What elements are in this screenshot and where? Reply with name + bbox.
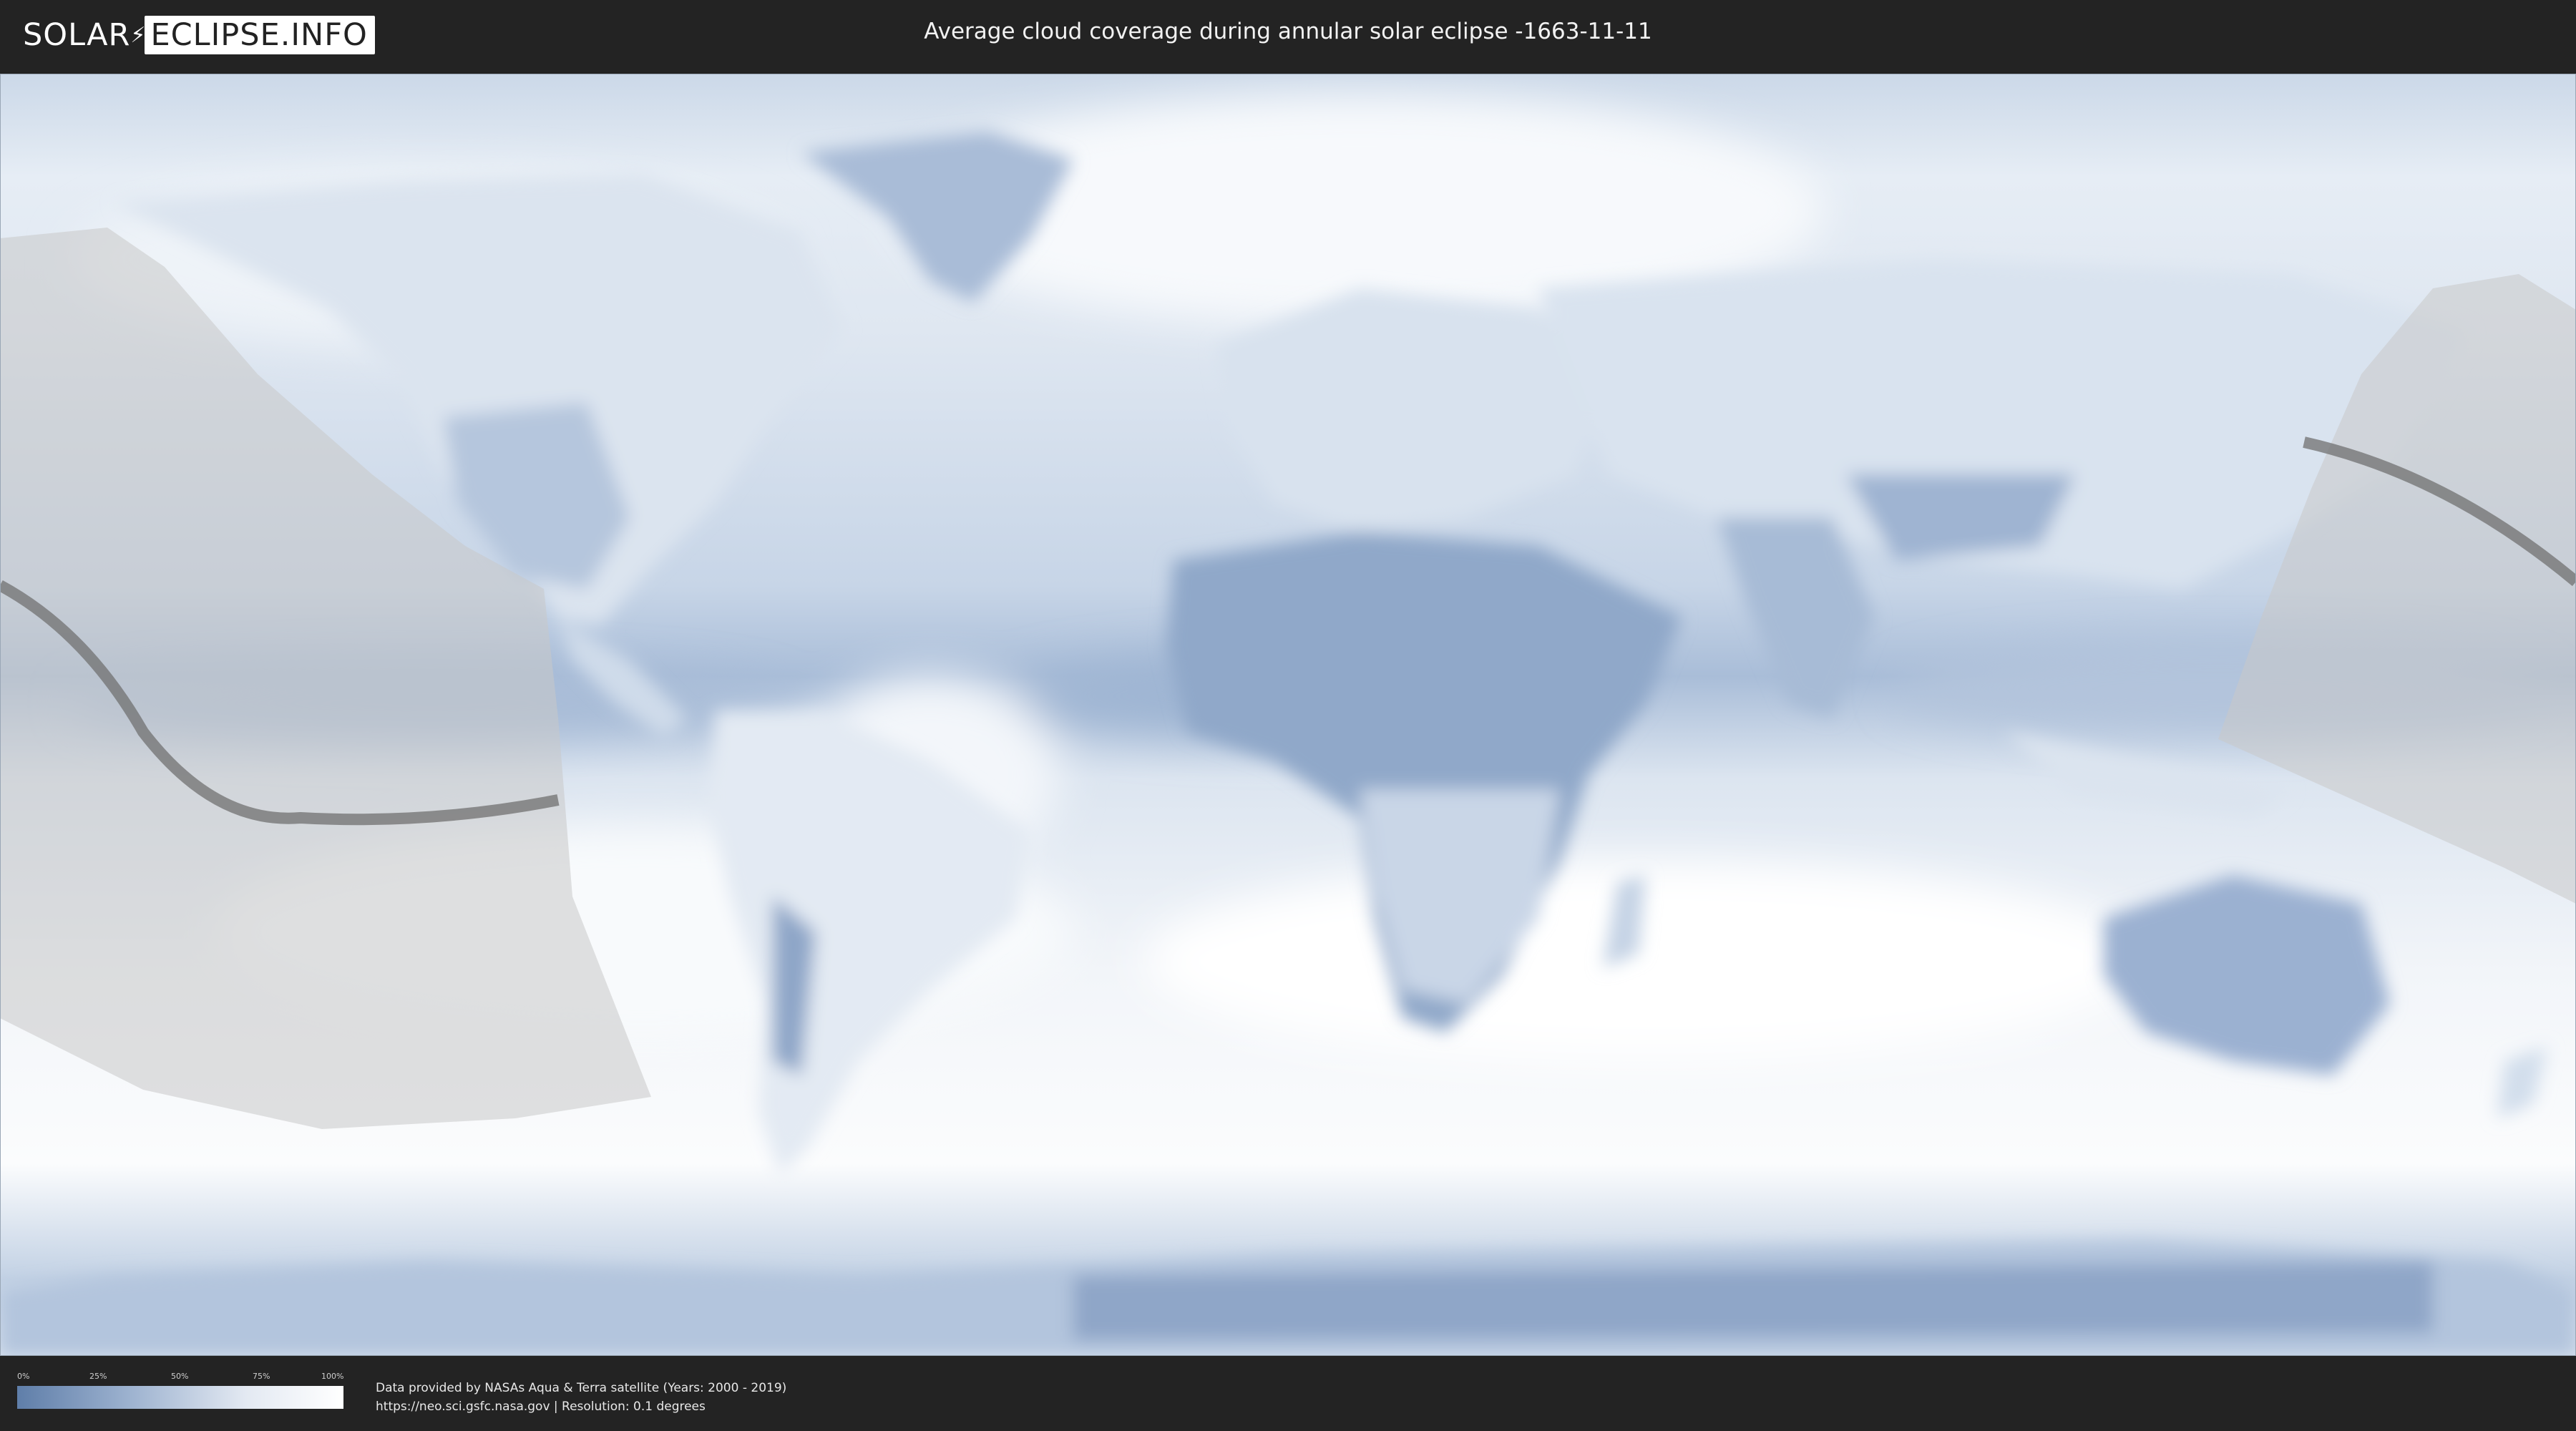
cloud-coverage-legend: 0% 25% 50% 75% 100% — [17, 1372, 343, 1409]
header-bar: SOLAR ⚡ ECLIPSE.INFO Average cloud cover… — [0, 0, 2576, 72]
page-title: Average cloud coverage during annular so… — [924, 19, 1652, 44]
data-credits: Data provided by NASAs Aqua & Terra sate… — [376, 1379, 786, 1416]
world-map-svg — [0, 74, 2576, 1356]
credit-line-2[interactable]: https://neo.sci.gsfc.nasa.gov | Resoluti… — [376, 1397, 786, 1416]
legend-tick-75: 75% — [253, 1372, 270, 1381]
legend-tick-0: 0% — [17, 1372, 30, 1381]
legend-tick-25: 25% — [89, 1372, 107, 1381]
footer-bar: 0% 25% 50% 75% 100% Data provided by NAS… — [0, 1356, 2576, 1431]
legend-tick-50: 50% — [171, 1372, 189, 1381]
cloud-coverage-map — [0, 74, 2576, 1356]
legend-color-bar — [17, 1386, 343, 1409]
credit-line-1: Data provided by NASAs Aqua & Terra sate… — [376, 1381, 787, 1395]
legend-ticks: 0% 25% 50% 75% 100% — [17, 1372, 343, 1384]
legend-tick-100: 100% — [321, 1372, 344, 1381]
